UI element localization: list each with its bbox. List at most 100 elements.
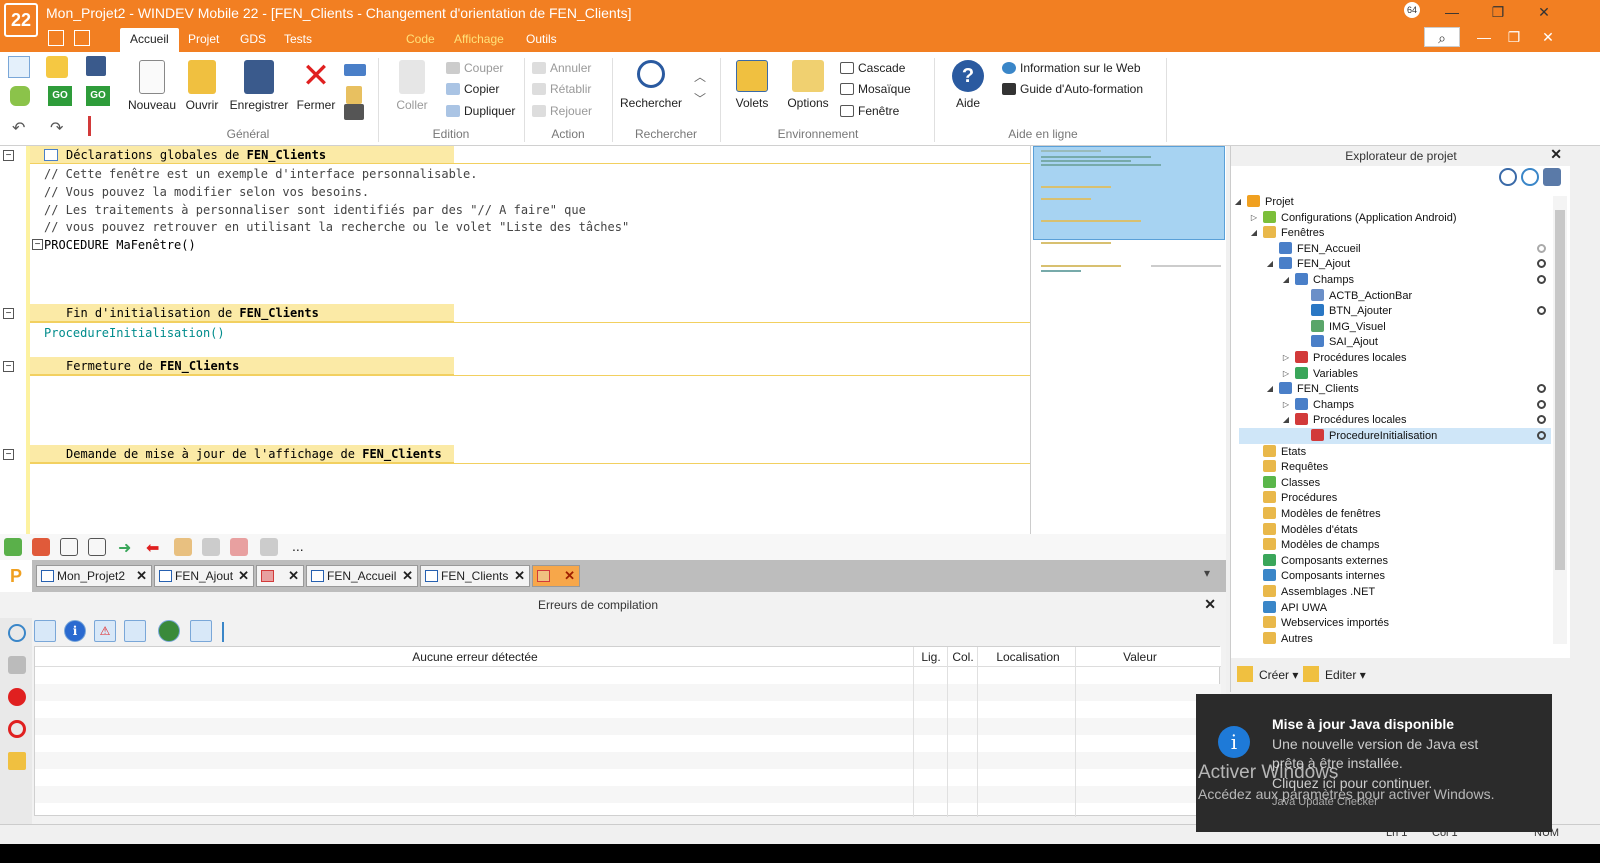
volets-button[interactable]: Volets [730,60,774,110]
tree-item[interactable]: Autres [1263,631,1313,647]
undo-icon[interactable]: ↶ [12,118,25,138]
errors-close-button[interactable]: ✕ [1204,596,1216,613]
tree-expand-icon[interactable]: ◢ [1249,228,1259,237]
tree-item[interactable]: Assemblages .NET [1263,584,1375,600]
tree-item[interactable]: Variables [1295,366,1358,382]
hierarchy-icon[interactable] [222,622,242,642]
col-lig-header[interactable]: Lig. [915,650,947,664]
search-icon[interactable] [1499,168,1517,186]
list-icon[interactable] [190,620,212,642]
chevron-down-icon[interactable]: ﹀ [694,90,706,107]
tree-expand-icon[interactable]: ◢ [1265,259,1275,268]
tree-item[interactable]: Procédures locales [1295,412,1407,428]
arrow-left-icon[interactable]: ⬅ [146,538,164,557]
fold-toggle[interactable]: − [3,150,14,161]
close-button[interactable]: ✕ [1526,2,1562,22]
edit-button[interactable]: Editer ▾ [1303,664,1369,686]
close-icon[interactable]: ✕ [238,566,249,586]
android-icon[interactable] [10,86,30,106]
tabs-menu-button[interactable]: ▾ [1204,566,1210,580]
tab-tests-automatiques[interactable]: Tests automatiques [274,28,366,68]
col-col-header[interactable]: Col. [949,650,977,664]
redo-icon[interactable]: ↷ [50,118,63,138]
fold-toggle[interactable]: − [3,361,14,372]
doc-tab-fen-ajout[interactable]: FEN_Ajout ✕ [154,565,254,587]
tree-item[interactable]: ProcedureInitialisation [1311,428,1437,444]
search-button[interactable]: ⌕ [1424,27,1460,47]
maximize-button[interactable]: ❐ [1480,2,1516,22]
fermer-button[interactable]: ✕ Fermer [294,59,338,112]
bug-icon[interactable] [8,720,26,738]
col-localisation-header[interactable]: Localisation [979,650,1077,664]
doc-tab-fen-accueil[interactable]: FEN_Accueil ✕ [306,565,418,587]
doc-tab-active-code[interactable]: ✕ [532,565,580,587]
create-button[interactable]: Créer ▾ [1237,664,1299,686]
code-editor[interactable]: − Déclarations globales de FEN_Clients /… [0,146,1030,534]
col-valeur-header[interactable]: Valeur [1077,650,1203,664]
explorer-scrollbar[interactable] [1553,196,1567,644]
tree-item[interactable]: Etats [1263,444,1306,460]
close-icon[interactable]: ✕ [564,566,575,586]
tree-item[interactable]: Procédures [1263,490,1337,506]
tab-projet[interactable]: Projet [178,28,229,52]
tree-item[interactable]: Requêtes [1263,459,1328,475]
tools-icon[interactable] [8,656,26,674]
col-main-header[interactable]: Aucune erreur détectée [35,650,915,664]
collapse-icon[interactable] [60,538,78,556]
project-p-icon[interactable]: P [0,560,32,592]
tree-item[interactable]: IMG_Visuel [1311,319,1386,335]
new-doc-icon[interactable] [8,56,30,78]
cursor-icon[interactable] [158,620,180,642]
doc-tab-fen-clients[interactable]: FEN_Clients ✕ [420,565,530,587]
tree-item[interactable]: Configurations (Application Android) [1263,210,1457,226]
errors-table[interactable]: Aucune erreur détectée Lig. Col. Localis… [34,646,1221,817]
code-minimap[interactable] [1030,146,1226,534]
tree-item[interactable]: Composants externes [1263,553,1388,569]
close-icon[interactable]: ✕ [402,566,413,586]
sync-icon[interactable] [1521,168,1539,186]
tree-icon[interactable] [88,116,106,136]
doc-tab-procedures[interactable]: ✕ [256,565,304,587]
stop-icon[interactable] [8,688,26,706]
open-folder-icon[interactable] [46,56,68,78]
pointer-icon[interactable] [260,538,278,556]
grid-tool-icon[interactable] [202,538,220,556]
image-icon[interactable] [124,620,146,642]
aide-button[interactable]: ? Aide [946,60,990,110]
grid-icon[interactable] [48,30,64,46]
search-icon[interactable] [8,624,26,642]
fenetre-button[interactable]: Fenêtre [840,102,899,120]
tree-item[interactable]: Fenêtres [1263,225,1324,241]
transfer-icon[interactable] [344,64,366,76]
tree-item[interactable]: Modèles de champs [1263,537,1379,553]
breakpoint-icon[interactable] [230,538,248,556]
tree-expand-icon[interactable]: ◢ [1233,197,1243,206]
pen-icon[interactable] [346,86,362,104]
chevron-up-icon[interactable]: ︿ [694,68,706,85]
info-icon[interactable]: i [64,620,86,642]
enregistrer-button[interactable]: Enregistrer [226,60,292,112]
tree-item[interactable]: Projet [1247,194,1294,210]
options-button[interactable]: Options [784,60,832,110]
cascade-button[interactable]: Cascade [840,59,905,77]
guide-button[interactable]: Guide d'Auto-formation [1002,80,1143,98]
tree-item[interactable]: ACTB_ActionBar [1311,288,1412,304]
doc-close-button[interactable]: ✕ [1530,27,1566,47]
resize-icon[interactable] [88,538,106,556]
hand-icon[interactable] [174,538,192,556]
mosaique-button[interactable]: Mosaïque [840,80,911,98]
copier-button[interactable]: Copier [446,80,499,98]
go-icon[interactable]: GO [48,86,72,106]
close-icon[interactable]: ✕ [514,566,525,586]
nouveau-button[interactable]: Nouveau [124,60,180,112]
scroll-thumb[interactable] [1555,210,1565,570]
tree-item[interactable]: FEN_Clients [1279,381,1359,397]
tree-item[interactable]: API UWA [1263,600,1327,616]
minimize-button[interactable]: — [1434,2,1470,22]
fold-toggle[interactable]: − [32,239,43,250]
tree-expand-icon[interactable]: ◢ [1281,275,1291,284]
close-icon[interactable]: ✕ [288,566,299,586]
tree-item[interactable]: FEN_Ajout [1279,256,1350,272]
tab-outils[interactable]: Outils [516,28,567,52]
tree-expand-icon[interactable]: ◢ [1265,384,1275,393]
